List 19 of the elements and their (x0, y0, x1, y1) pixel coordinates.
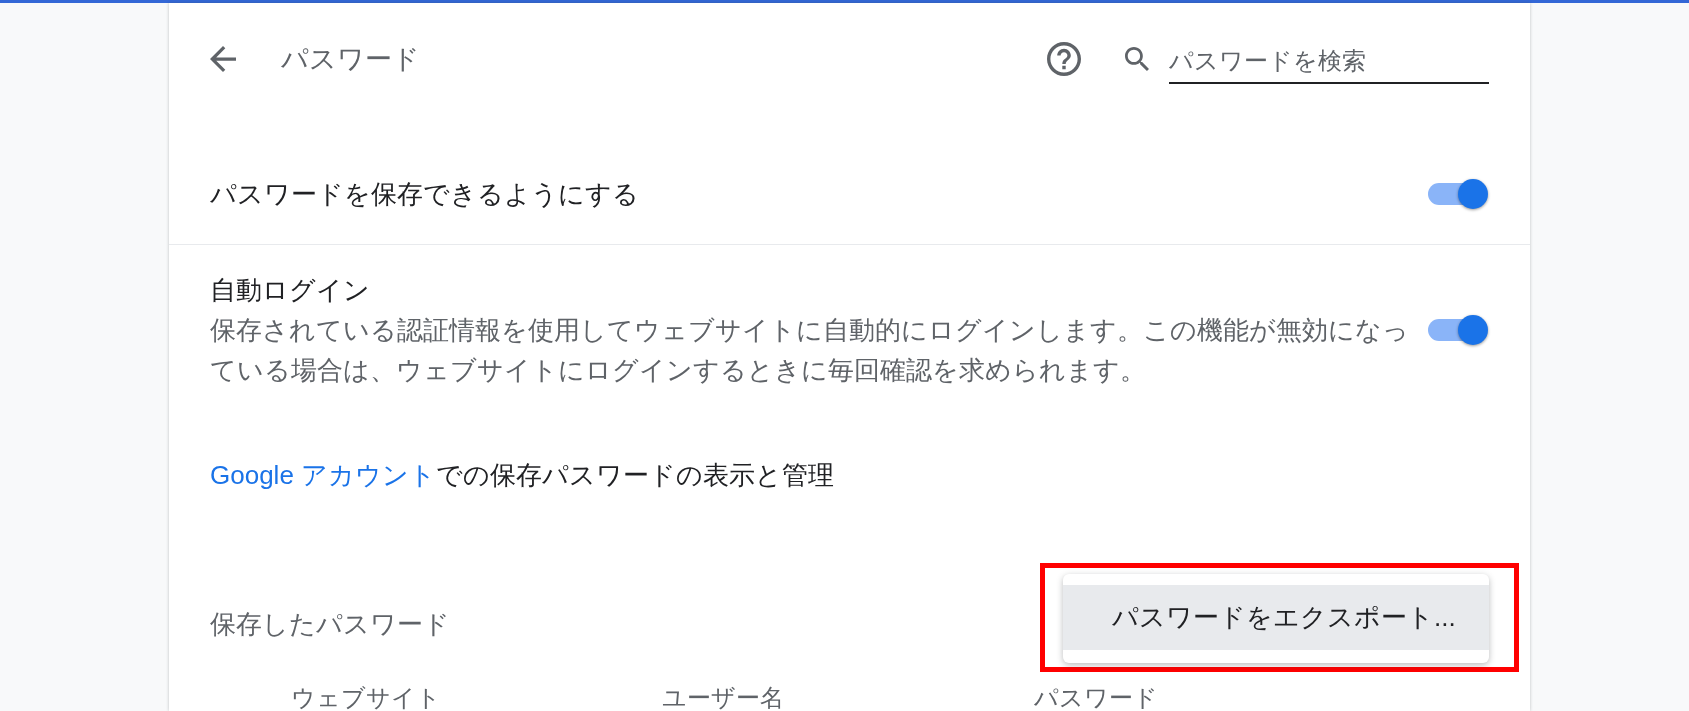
page-title: パスワード (281, 43, 420, 76)
arrow-left-icon (210, 46, 236, 72)
setting-label: パスワードを保存できるようにする (210, 178, 639, 211)
search-field[interactable]: パスワードを検索 (1169, 40, 1489, 84)
toggle-switch[interactable] (1426, 178, 1490, 210)
back-button[interactable] (210, 46, 236, 72)
column-header: ウェブサイト (291, 685, 441, 711)
section-title: 保存したパスワード (210, 608, 450, 641)
google-account-link[interactable]: Google アカウント (210, 460, 437, 490)
help-button[interactable] (1047, 42, 1081, 76)
search-icon (1125, 47, 1149, 71)
setting-label: 自動ログイン (210, 274, 370, 307)
toggle-switch[interactable] (1426, 314, 1490, 346)
account-info-text: Google アカウント での保存パスワードの表示と管理 (210, 459, 835, 492)
column-header: ユーザー名 (662, 685, 784, 711)
help-icon (1047, 42, 1081, 76)
setting-description: 保存されている認証情報を使用してウェブサイトに自動的にログインします。この機能が無効になっている場合は、ウェブサイトにログインするときに毎回確認を求められます。 (210, 314, 1410, 387)
column-header: パスワード (1034, 685, 1158, 711)
export-passwords-menu-item[interactable]: パスワードをエクスポート... (1063, 585, 1489, 650)
